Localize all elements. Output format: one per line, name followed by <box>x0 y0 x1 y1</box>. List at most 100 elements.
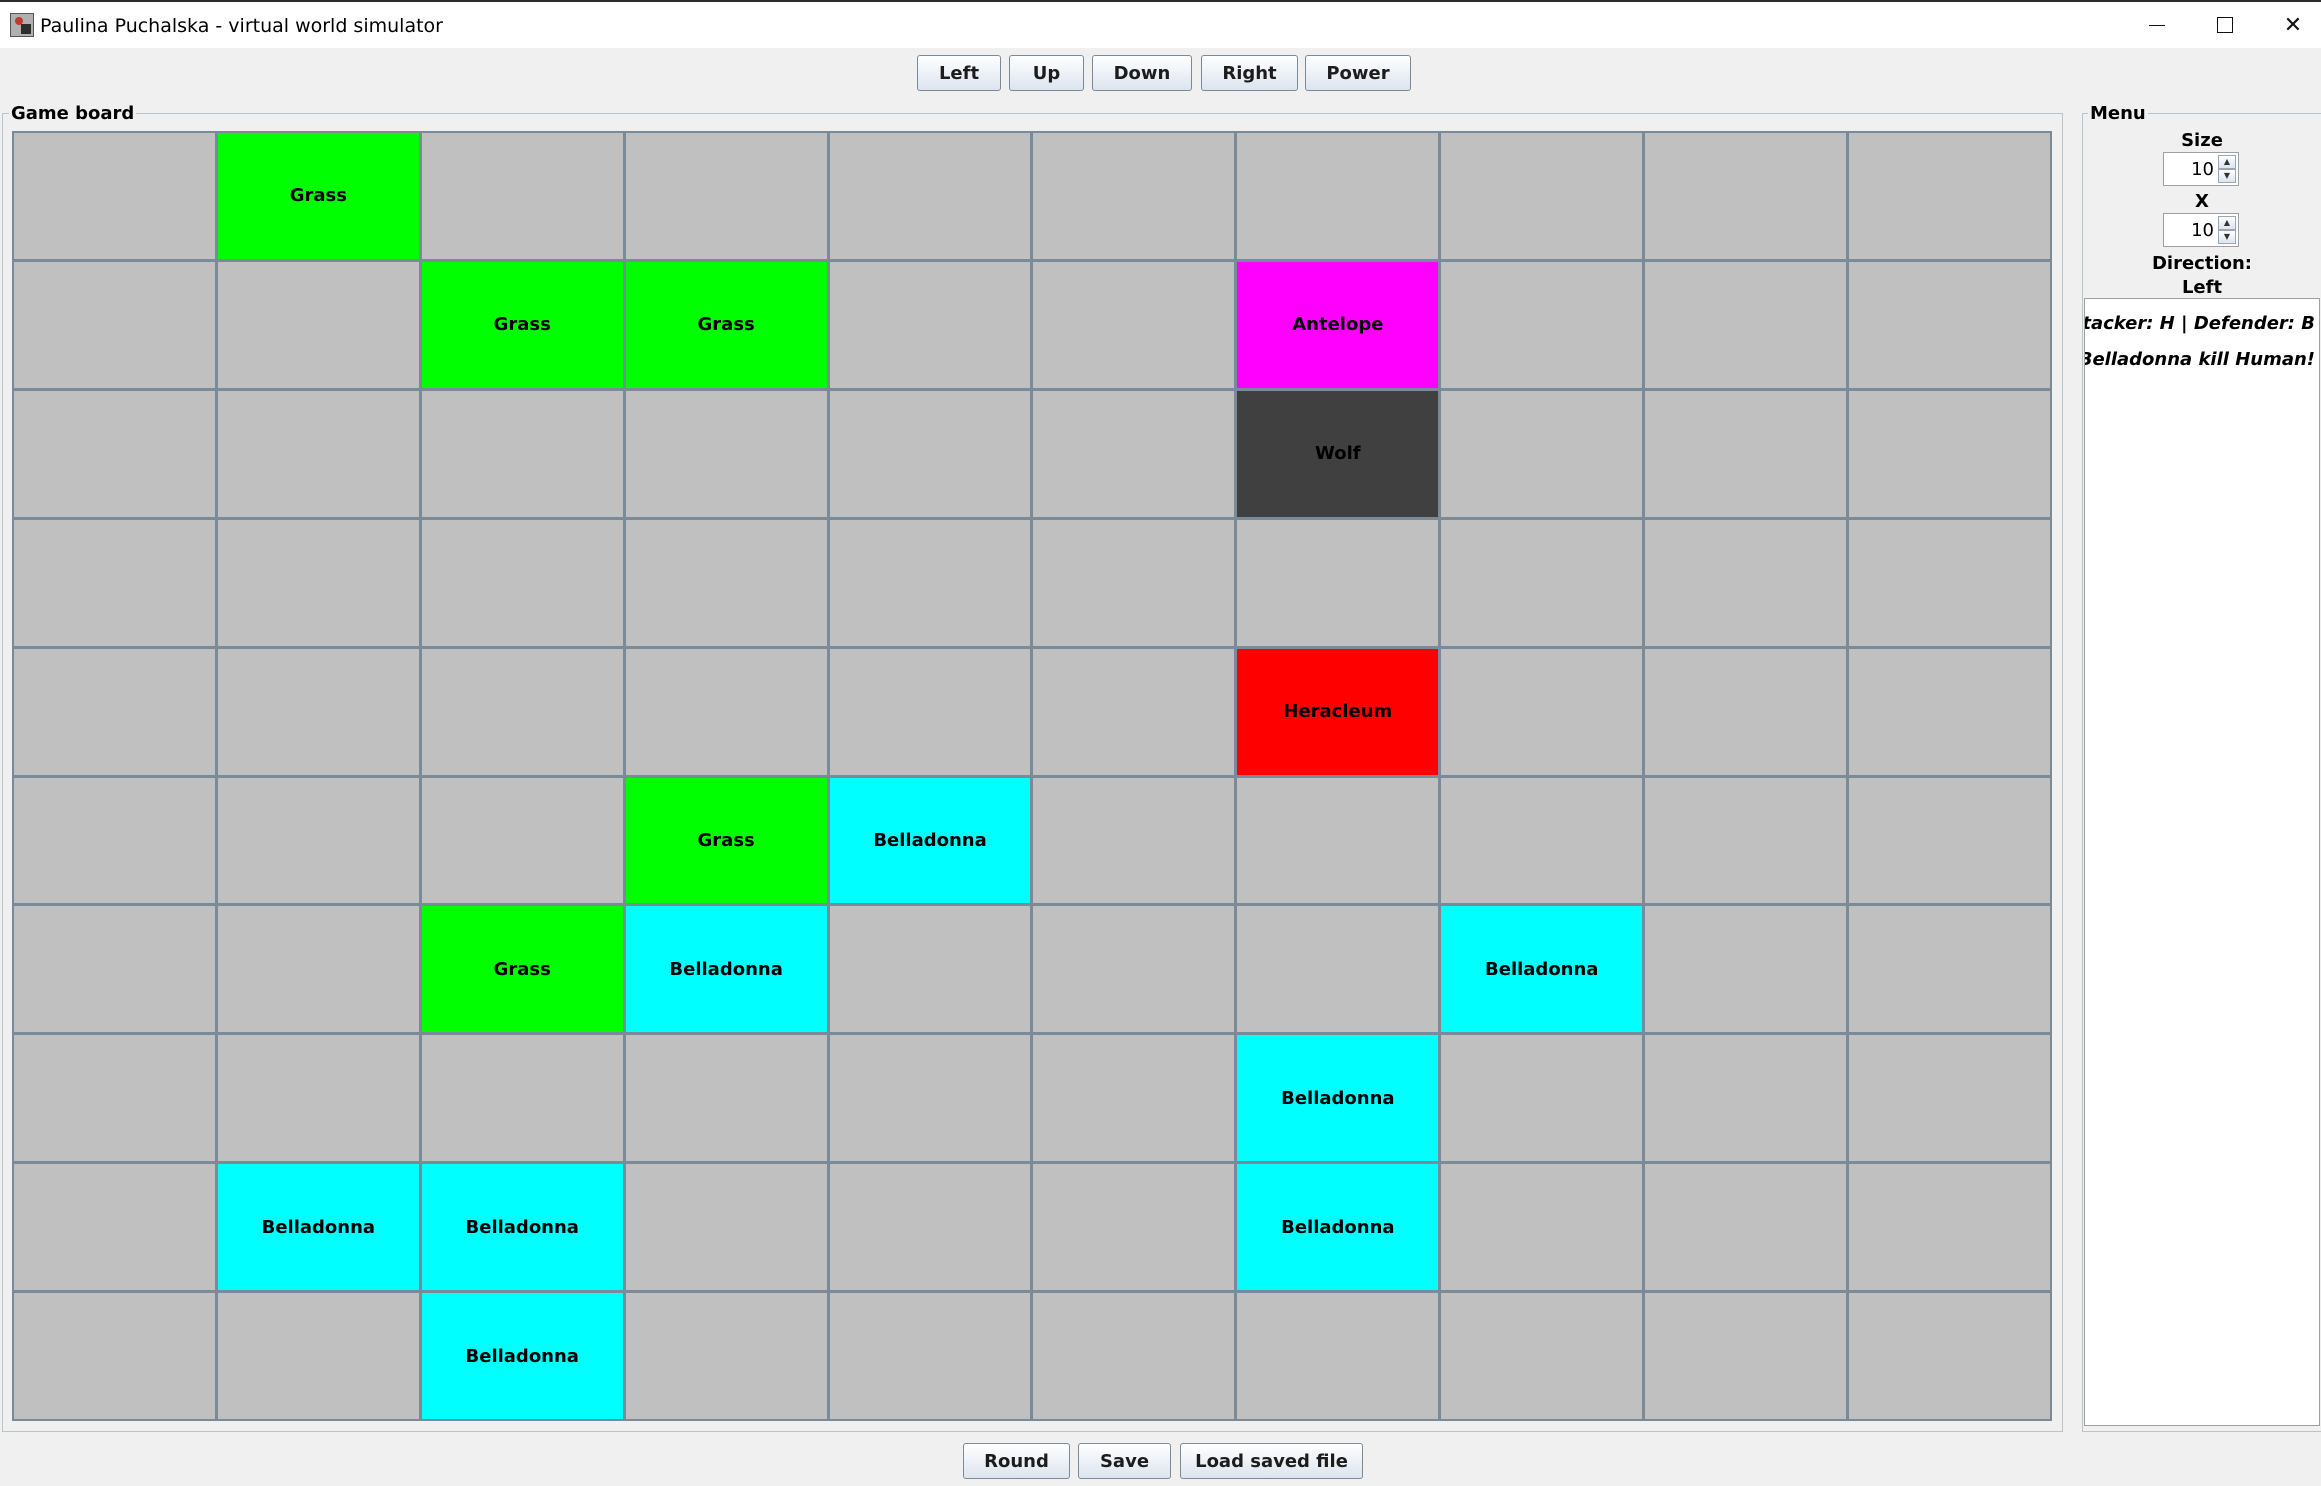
board-cell-empty[interactable] <box>625 1293 827 1419</box>
board-cell-empty[interactable] <box>1849 390 2050 517</box>
board-cell-empty[interactable] <box>421 133 623 259</box>
board-cell-antelope[interactable]: Antelope <box>1237 261 1439 388</box>
spinner-up-icon[interactable]: ▲ <box>2218 216 2236 230</box>
board-cell-empty[interactable] <box>421 777 623 904</box>
board-cell-empty[interactable] <box>1849 1164 2050 1291</box>
board-cell-empty[interactable] <box>1645 1164 1847 1291</box>
board-cell-empty[interactable] <box>1849 1035 2050 1162</box>
board-cell-empty[interactable] <box>217 906 419 1033</box>
board-cell-heracleum[interactable]: Heracleum <box>1237 648 1439 775</box>
board-cell-empty[interactable] <box>14 390 215 517</box>
board-cell-empty[interactable] <box>1441 1293 1643 1419</box>
board-cell-empty[interactable] <box>217 519 419 646</box>
board-cell-empty[interactable] <box>625 519 827 646</box>
board-cell-empty[interactable] <box>217 777 419 904</box>
down-button[interactable]: Down <box>1092 55 1192 91</box>
board-cell-empty[interactable] <box>829 133 1031 259</box>
board-cell-empty[interactable] <box>1849 133 2050 259</box>
board-cell-empty[interactable] <box>1849 519 2050 646</box>
spinner-down-icon[interactable]: ▼ <box>2218 169 2236 183</box>
board-cell-empty[interactable] <box>829 519 1031 646</box>
board-cell-belladonna[interactable]: Belladonna <box>829 777 1031 904</box>
board-cell-empty[interactable] <box>1033 519 1235 646</box>
board-cell-empty[interactable] <box>1237 906 1439 1033</box>
board-cell-empty[interactable] <box>829 390 1031 517</box>
up-button[interactable]: Up <box>1009 55 1084 91</box>
board-cell-empty[interactable] <box>1033 906 1235 1033</box>
board-cell-belladonna[interactable]: Belladonna <box>625 906 827 1033</box>
board-cell-wolf[interactable]: Wolf <box>1237 390 1439 517</box>
board-cell-empty[interactable] <box>1237 133 1439 259</box>
board-cell-empty[interactable] <box>1645 519 1847 646</box>
board-cell-grass[interactable]: Grass <box>625 777 827 904</box>
board-cell-empty[interactable] <box>217 1035 419 1162</box>
board-cell-empty[interactable] <box>421 519 623 646</box>
board-cell-empty[interactable] <box>421 1035 623 1162</box>
board-cell-empty[interactable] <box>1849 1293 2050 1419</box>
board-cell-empty[interactable] <box>217 648 419 775</box>
board-cell-empty[interactable] <box>829 906 1031 1033</box>
board-cell-empty[interactable] <box>217 390 419 517</box>
board-cell-empty[interactable] <box>1441 519 1643 646</box>
board-cell-empty[interactable] <box>1237 519 1439 646</box>
board-cell-grass[interactable]: Grass <box>217 133 419 259</box>
board-cell-empty[interactable] <box>829 648 1031 775</box>
board-cell-empty[interactable] <box>1033 648 1235 775</box>
spinner-down-icon[interactable]: ▼ <box>2218 230 2236 244</box>
right-button[interactable]: Right <box>1201 55 1298 91</box>
board-cell-empty[interactable] <box>1441 1035 1643 1162</box>
board-cell-belladonna[interactable]: Belladonna <box>217 1164 419 1291</box>
board-cell-empty[interactable] <box>14 1293 215 1419</box>
board-cell-empty[interactable] <box>625 133 827 259</box>
board-cell-empty[interactable] <box>1645 777 1847 904</box>
spinner-up-icon[interactable]: ▲ <box>2218 155 2236 169</box>
save-button[interactable]: Save <box>1078 1443 1171 1479</box>
board-cell-empty[interactable] <box>829 261 1031 388</box>
board-cell-empty[interactable] <box>217 1293 419 1419</box>
board-cell-empty[interactable] <box>625 1164 827 1291</box>
board-cell-empty[interactable] <box>14 261 215 388</box>
minimize-icon[interactable] <box>2123 2 2191 48</box>
board-cell-empty[interactable] <box>14 777 215 904</box>
board-cell-grass[interactable]: Grass <box>421 906 623 1033</box>
board-cell-empty[interactable] <box>1645 261 1847 388</box>
board-cell-empty[interactable] <box>1849 648 2050 775</box>
board-cell-empty[interactable] <box>1441 648 1643 775</box>
board-cell-empty[interactable] <box>829 1293 1031 1419</box>
board-cell-empty[interactable] <box>1033 777 1235 904</box>
board-cell-empty[interactable] <box>829 1035 1031 1162</box>
power-button[interactable]: Power <box>1305 55 1411 91</box>
board-cell-grass[interactable]: Grass <box>421 261 623 388</box>
round-button[interactable]: Round <box>963 1443 1070 1479</box>
board-cell-empty[interactable] <box>421 648 623 775</box>
board-cell-empty[interactable] <box>625 390 827 517</box>
board-cell-empty[interactable] <box>625 648 827 775</box>
left-button[interactable]: Left <box>917 55 1001 91</box>
board-cell-empty[interactable] <box>217 261 419 388</box>
board-cell-empty[interactable] <box>14 648 215 775</box>
board-cell-empty[interactable] <box>421 390 623 517</box>
board-cell-empty[interactable] <box>625 1035 827 1162</box>
board-cell-empty[interactable] <box>1033 390 1235 517</box>
board-cell-belladonna[interactable]: Belladonna <box>421 1164 623 1291</box>
board-cell-empty[interactable] <box>1237 1293 1439 1419</box>
board-cell-empty[interactable] <box>1033 1293 1235 1419</box>
close-icon[interactable]: ✕ <box>2259 2 2321 48</box>
board-cell-empty[interactable] <box>829 1164 1031 1291</box>
board-cell-empty[interactable] <box>1645 390 1847 517</box>
board-cell-empty[interactable] <box>1645 133 1847 259</box>
size-width-spinner[interactable]: 10 ▲ ▼ <box>2163 152 2239 186</box>
board-cell-empty[interactable] <box>1441 777 1643 904</box>
event-log[interactable]: Attacker: H | Defender: B Belladonna kil… <box>2084 298 2320 1426</box>
maximize-icon[interactable] <box>2191 2 2259 48</box>
board-cell-empty[interactable] <box>1441 261 1643 388</box>
board-cell-belladonna[interactable]: Belladonna <box>1237 1164 1439 1291</box>
board-cell-empty[interactable] <box>1645 1035 1847 1162</box>
board-cell-empty[interactable] <box>14 1164 215 1291</box>
board-cell-belladonna[interactable]: Belladonna <box>1237 1035 1439 1162</box>
board-cell-belladonna[interactable]: Belladonna <box>1441 906 1643 1033</box>
load-saved-file-button[interactable]: Load saved file <box>1180 1443 1363 1479</box>
board-cell-empty[interactable] <box>1033 1164 1235 1291</box>
board-cell-empty[interactable] <box>1849 906 2050 1033</box>
board-cell-empty[interactable] <box>1237 777 1439 904</box>
